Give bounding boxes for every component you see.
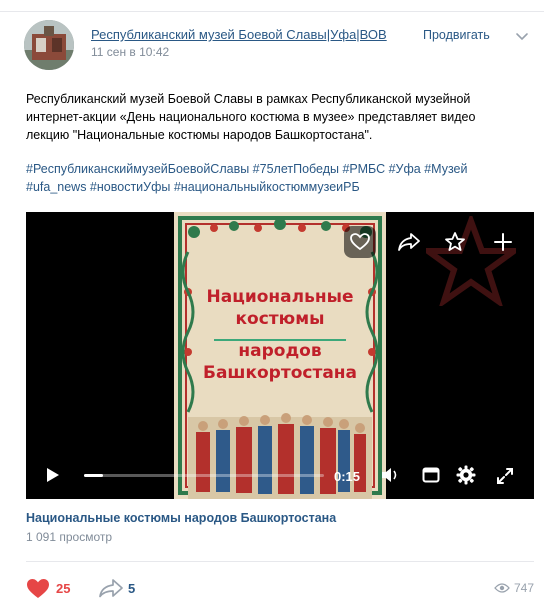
video-title-link[interactable]: Национальные костюмы народов Башкортоста… — [26, 511, 336, 525]
post-date[interactable]: 11 сен в 10:42 — [91, 45, 169, 59]
avatar-image — [24, 20, 74, 70]
post-views: 747 — [494, 581, 534, 595]
poster-line: народов — [238, 341, 322, 361]
poster-line: Башкортостана — [202, 363, 358, 383]
poster-title: Национальные костюмы народов Башкортоста… — [174, 286, 386, 384]
like-count: 25 — [56, 580, 71, 596]
miniplayer-icon[interactable] — [422, 467, 440, 488]
promote-button[interactable]: Продвигать — [423, 28, 490, 42]
author-avatar[interactable] — [24, 20, 74, 70]
post-text: Республиканский музей Боевой Славы в рам… — [26, 90, 516, 144]
hashtag-line[interactable]: #ufa_news #новостиУфы #национальныйкостю… — [26, 178, 526, 196]
share-count: 5 — [128, 580, 136, 596]
share-arrow-icon — [99, 579, 123, 598]
post-text-line: интернет-акции «День национального костю… — [26, 110, 476, 124]
poster-line: костюмы — [235, 309, 325, 329]
like-video-button[interactable] — [344, 226, 376, 258]
heart-filled-icon — [27, 578, 49, 598]
eye-icon — [494, 583, 510, 593]
share-button[interactable]: 5 — [98, 577, 135, 599]
current-time: 0:15 — [334, 469, 361, 484]
progress-track[interactable] — [84, 474, 324, 477]
like-button[interactable]: 25 — [26, 577, 70, 599]
plus-icon[interactable] — [492, 231, 514, 258]
post-text-line: Республиканский музей Боевой Славы в рам… — [26, 92, 471, 106]
video-views: 1 091 просмотр — [26, 530, 113, 544]
post-text-line: лекцию "Национальные костюмы народов Баш… — [26, 128, 373, 142]
hashtags[interactable]: #РеспубликанскиймузейБоевойСлавы #75летП… — [26, 160, 526, 196]
share-video-icon[interactable] — [398, 232, 420, 257]
star-outline-icon[interactable] — [444, 231, 466, 258]
hashtag-line[interactable]: #РеспубликанскиймузейБоевойСлавы #75летП… — [26, 160, 526, 178]
author-name-link[interactable]: Республиканский музей Боевой Славы|Уфа|В… — [91, 27, 387, 42]
poster-line: Национальные — [206, 287, 354, 307]
progress-fill — [84, 474, 104, 477]
settings-gear-icon[interactable] — [456, 465, 476, 490]
volume-icon[interactable] — [380, 466, 402, 489]
views-count: 747 — [514, 581, 535, 595]
heart-outline-icon — [350, 233, 370, 251]
star-decoration — [426, 216, 516, 306]
fullscreen-icon[interactable] — [496, 467, 514, 490]
play-icon[interactable] — [46, 467, 60, 488]
video-player[interactable]: Национальные костюмы народов Башкортоста… — [26, 212, 534, 499]
chevron-down-icon[interactable] — [514, 28, 530, 44]
divider — [26, 561, 534, 562]
